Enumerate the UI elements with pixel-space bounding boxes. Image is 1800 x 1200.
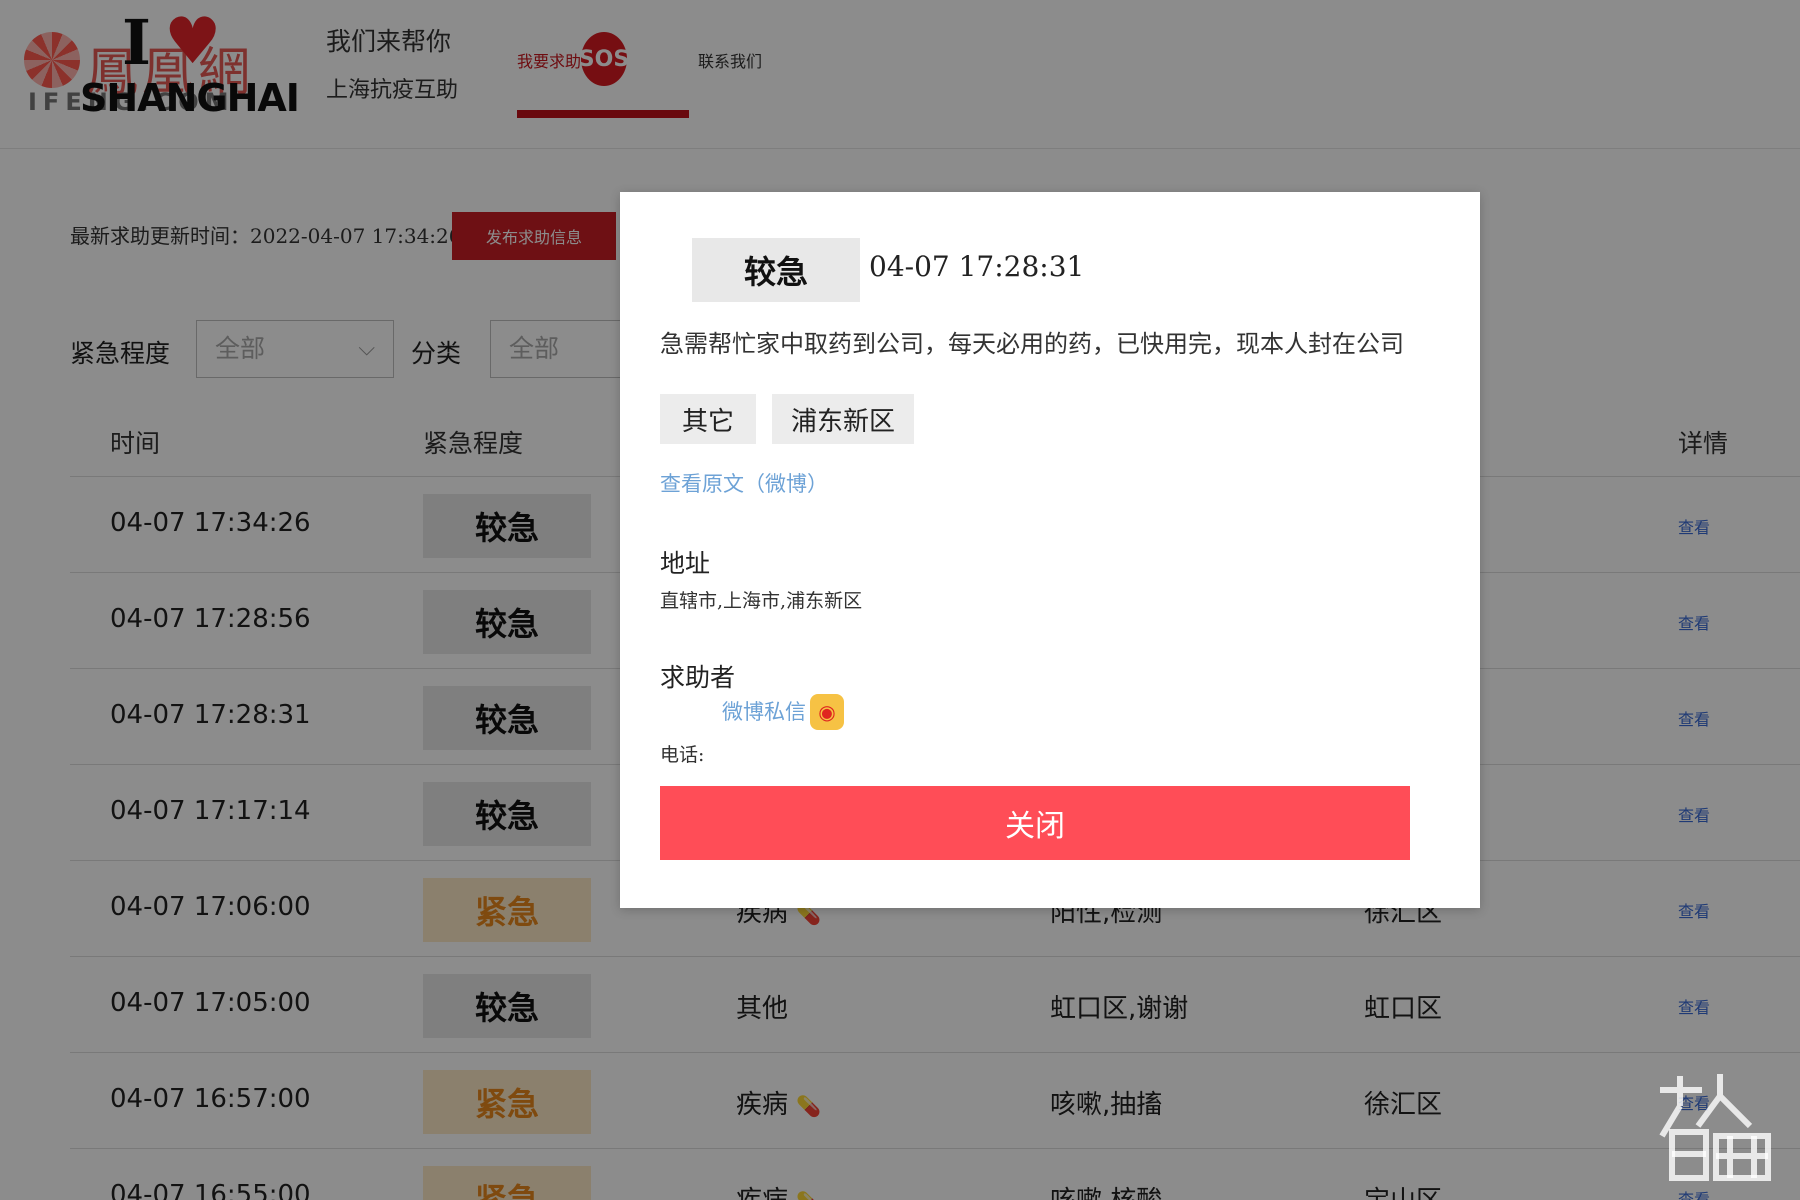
requester-label: 求助者 [660,663,736,692]
address-label: 地址 [660,549,711,578]
category-tag: 其它 [660,394,756,444]
phone-label: 电话: [660,744,705,766]
modal-timestamp: 04-07 17:28:31 [869,250,1085,283]
weibo-icon[interactable]: ◉ [810,694,844,730]
view-original-weibo-link[interactable]: 查看原文（微博） [660,468,828,498]
request-detail-modal: 较急 04-07 17:28:31 急需帮忙家中取药到公司，每天必用的药，已快用… [620,192,1480,908]
address-value: 直辖市,上海市,浦东新区 [660,590,863,612]
modal-urgency-badge: 较急 [692,238,860,302]
watermark-logo [1650,1066,1780,1186]
watermark-glyph-icon [1659,1074,1771,1181]
weibo-message-link[interactable]: 微博私信 [722,696,806,726]
modal-description: 急需帮忙家中取药到公司，每天必用的药，已快用完，现本人封在公司 [660,330,1404,358]
close-button[interactable]: 关闭 [660,786,1410,860]
district-tag: 浦东新区 [772,394,914,444]
